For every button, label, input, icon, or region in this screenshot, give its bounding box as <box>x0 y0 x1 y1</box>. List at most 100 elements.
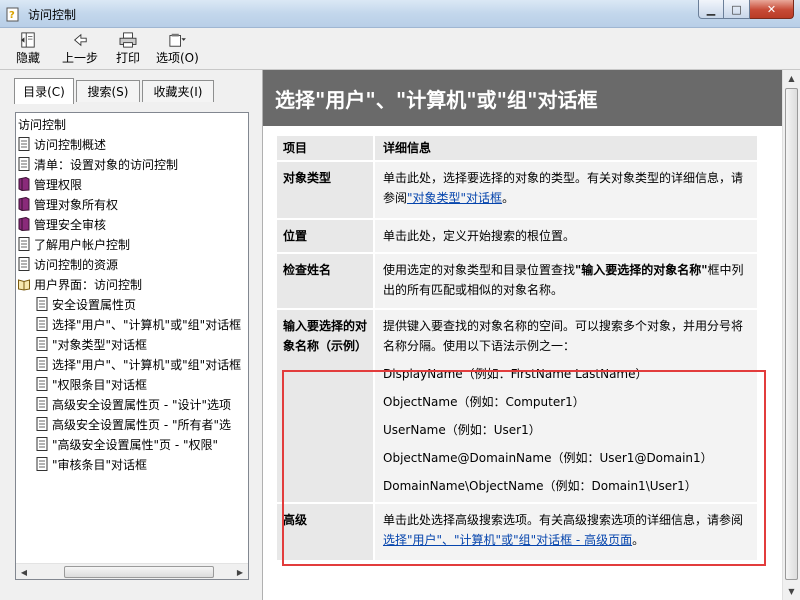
minimize-icon: ▁ <box>706 2 716 16</box>
tree-item-label: 清单：设置对象的访问控制 <box>34 157 179 172</box>
horizontal-scrollbar[interactable]: ◀ ▶ <box>16 563 248 579</box>
page-icon <box>18 137 34 151</box>
tree-item[interactable]: 了解用户帐户控制 <box>18 235 130 253</box>
scroll-down-icon[interactable]: ▼ <box>783 583 800 600</box>
page-icon <box>36 377 52 391</box>
page-icon <box>18 257 34 271</box>
printer-icon <box>119 32 137 48</box>
page-icon <box>36 357 52 371</box>
row-detail: 单击此处，定义开始搜索的根位置。 <box>375 220 757 252</box>
tree-item[interactable]: 用户界面：访问控制 <box>18 275 142 293</box>
book-icon <box>18 217 34 231</box>
back-label: 上一步 <box>62 51 99 65</box>
tree-item-label: 管理安全审核 <box>34 217 107 232</box>
tree-item[interactable]: 访问控制 <box>18 115 66 133</box>
tab-favorites[interactable]: 收藏夹(I) <box>142 80 214 102</box>
tree-item-label: 访问控制的资源 <box>34 257 119 272</box>
tree-item-label: "高级安全设置属性"页 - "权限" <box>52 437 219 452</box>
tree-item[interactable]: 高级安全设置属性页 - "设计"选项 <box>36 395 231 413</box>
tree-item[interactable]: 高级安全设置属性页 - "所有者"选 <box>36 415 231 433</box>
tree-item-label: 选择"用户"、"计算机"或"组"对话框 <box>52 317 242 332</box>
toolbar: 隐藏 上一步 打印 选项(O) <box>0 28 800 70</box>
page-icon <box>36 337 52 351</box>
tree-item[interactable]: 管理安全审核 <box>18 215 106 233</box>
tree-item[interactable]: 访问控制的资源 <box>18 255 118 273</box>
maximize-icon: □ <box>731 2 742 16</box>
tree-item-label: 用户界面：访问控制 <box>34 277 143 292</box>
scroll-thumb[interactable] <box>64 566 214 578</box>
close-icon: ✕ <box>766 2 777 16</box>
row-item: 对象类型 <box>277 162 373 218</box>
row-item: 检查姓名 <box>277 254 373 308</box>
page-icon <box>18 157 34 171</box>
minimize-button[interactable]: ▁ <box>698 0 724 19</box>
title-bar: ? 访问控制 ▁ □ ✕ <box>0 0 800 28</box>
topic-banner: 选择"用户"、"计算机"或"组"对话框 <box>263 70 783 126</box>
back-button[interactable]: 上一步 <box>62 32 98 66</box>
scroll-thumb[interactable] <box>785 88 798 580</box>
tree-item[interactable]: 管理对象所有权 <box>18 195 118 213</box>
tree-item[interactable]: 访问控制概述 <box>18 135 106 153</box>
tree-item[interactable]: "高级安全设置属性"页 - "权限" <box>36 435 218 453</box>
object-types-link[interactable]: "对象类型"对话框 <box>407 191 502 205</box>
table-row: 检查姓名 使用选定的对象类型和目录位置查找"输入要选择的对象名称"框中列出的所有… <box>277 254 757 308</box>
topic-content: 项目 详细信息 对象类型 单击此处，选择要选择的对象的类型。有关对象类型的详细信… <box>263 126 783 600</box>
table-row: 位置 单击此处，定义开始搜索的根位置。 <box>277 220 757 252</box>
header-detail: 详细信息 <box>375 136 757 160</box>
options-button[interactable]: 选项(O) <box>156 32 199 66</box>
row-detail: 单击此处，选择要选择的对象的类型。有关对象类型的详细信息，请参阅"对象类型"对话… <box>375 162 757 218</box>
tree-item[interactable]: 安全设置属性页 <box>36 295 136 313</box>
vertical-scrollbar[interactable]: ▲ ▼ <box>782 70 800 600</box>
page-icon <box>36 417 52 431</box>
tree-item[interactable]: 选择"用户"、"计算机"或"组"对话框 <box>36 355 241 373</box>
page-icon <box>18 237 34 251</box>
window-title: 访问控制 <box>28 8 77 22</box>
tree-item[interactable]: "审核条目"对话框 <box>36 455 147 473</box>
page-title: 选择"用户"、"计算机"或"组"对话框 <box>275 88 598 112</box>
scroll-left-icon[interactable]: ◀ <box>16 564 32 579</box>
scroll-up-icon[interactable]: ▲ <box>783 70 800 87</box>
close-button[interactable]: ✕ <box>750 0 794 19</box>
row-detail: 使用选定的对象类型和目录位置查找"输入要选择的对象名称"框中列出的所有匹配或相似… <box>375 254 757 308</box>
page-icon <box>36 317 52 331</box>
hide-button[interactable]: 隐藏 <box>16 32 40 66</box>
intro-text: 提供键入要查找的对象名称的空间。可以搜索多个对象，并用分号将名称分隔。使用以下语… <box>383 319 744 353</box>
tree-item-label: 安全设置属性页 <box>52 297 137 312</box>
tree-item-label: 高级安全设置属性页 - "设计"选项 <box>52 397 231 412</box>
page-icon <box>36 297 52 311</box>
page-icon <box>36 437 52 451</box>
contents-tree: ◀ ▶ 访问控制访问控制概述清单：设置对象的访问控制 管理权限管理对象所有权 管理安… <box>15 112 249 580</box>
tree-item-label: 访问控制 <box>18 117 67 132</box>
maximize-button[interactable]: □ <box>724 0 750 19</box>
row-item: 位置 <box>277 220 373 252</box>
tree-item-label: "审核条目"对话框 <box>52 457 148 472</box>
open-book-icon <box>18 277 34 291</box>
tree-item-label: 选择"用户"、"计算机"或"组"对话框 <box>52 357 242 372</box>
tree-item-label: "权限条目"对话框 <box>52 377 148 392</box>
tree-item[interactable]: 清单：设置对象的访问控制 <box>18 155 178 173</box>
header-item: 项目 <box>277 136 373 160</box>
hide-pane-icon <box>20 32 35 48</box>
scroll-right-icon[interactable]: ▶ <box>232 564 248 579</box>
page-icon <box>36 457 52 471</box>
tree-item-label: "对象类型"对话框 <box>52 337 148 352</box>
print-button[interactable]: 打印 <box>116 32 140 66</box>
tree-item[interactable]: "对象类型"对话框 <box>36 335 147 353</box>
tree-item-label: 管理权限 <box>34 177 83 192</box>
tree-item[interactable]: 管理权限 <box>18 175 82 193</box>
tree-item-label: 访问控制概述 <box>34 137 107 152</box>
tree-item[interactable]: 选择"用户"、"计算机"或"组"对话框 <box>36 315 241 333</box>
options-label: 选项(O) <box>156 51 199 65</box>
tab-search[interactable]: 搜索(S) <box>76 80 140 102</box>
help-file-icon: ? <box>6 7 19 22</box>
tree-item-label: 管理对象所有权 <box>34 197 119 212</box>
table-row: 对象类型 单击此处，选择要选择的对象的类型。有关对象类型的详细信息，请参阅"对象… <box>277 162 757 218</box>
print-label: 打印 <box>116 51 141 65</box>
svg-text:?: ? <box>9 10 15 21</box>
tree-item-label: 了解用户帐户控制 <box>34 237 131 252</box>
book-icon <box>18 197 34 211</box>
tree-item[interactable]: "权限条目"对话框 <box>36 375 147 393</box>
tab-contents[interactable]: 目录(C) <box>14 78 74 104</box>
topic-pane: 选择"用户"、"计算机"或"组"对话框 项目 详细信息 对象类型 单击此处，选择… <box>262 70 800 600</box>
options-icon <box>169 33 187 47</box>
